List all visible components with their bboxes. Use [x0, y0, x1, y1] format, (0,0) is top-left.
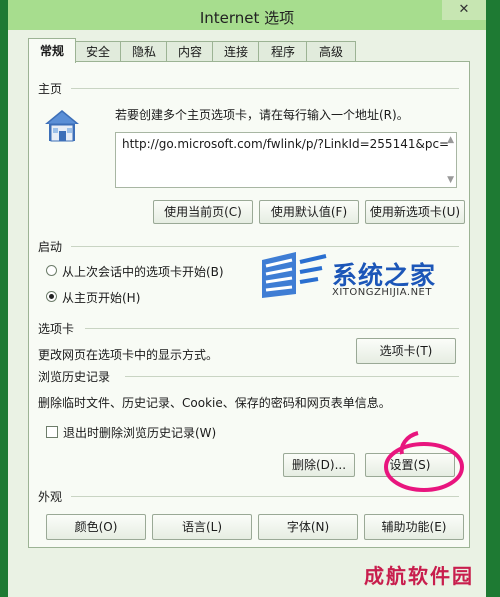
startup-divider [71, 246, 459, 247]
title-bar[interactable]: Internet 选项 ✕ [8, 0, 486, 30]
tab-general[interactable]: 常规 [28, 38, 76, 63]
delete-on-exit-label: 退出时删除浏览历史记录(W) [63, 426, 217, 440]
radio-start-last-session-label: 从上次会话中的选项卡开始(B) [62, 265, 224, 279]
use-new-tab-button[interactable]: 使用新选项卡(U) [365, 200, 465, 224]
house-icon [43, 108, 81, 147]
homepage-instruction: 若要创建多个主页选项卡，请在每行输入一个地址(R)。 [115, 108, 409, 122]
history-divider [125, 376, 459, 377]
tab-connections[interactable]: 连接 [212, 41, 260, 62]
homepage-url-textarea[interactable]: http://go.microsoft.com/fwlink/p/?LinkId… [115, 132, 457, 188]
scroll-down-icon[interactable]: ▼ [447, 175, 454, 185]
use-default-button[interactable]: 使用默认值(F) [259, 200, 359, 224]
homepage-url-value: http://go.microsoft.com/fwlink/p/?LinkId… [122, 137, 450, 151]
tab-advanced[interactable]: 高级 [306, 41, 356, 62]
tab-content[interactable]: 内容 [166, 41, 214, 62]
appearance-section-title: 外观 [38, 490, 63, 504]
logo-icon [256, 250, 328, 303]
radio-start-last-session[interactable] [46, 265, 57, 276]
tabs-settings-button[interactable]: 选项卡(T) [356, 338, 456, 364]
languages-button[interactable]: 语言(L) [152, 514, 252, 540]
tab-security[interactable]: 安全 [74, 41, 122, 62]
close-button[interactable]: ✕ [442, 0, 486, 20]
accessibility-button[interactable]: 辅助功能(E) [364, 514, 464, 540]
tab-privacy[interactable]: 隐私 [120, 41, 168, 62]
window-title: Internet 选项 [199, 9, 295, 27]
use-current-button[interactable]: 使用当前页(C) [153, 200, 253, 224]
startup-section-title: 启动 [38, 240, 63, 254]
tabs-description: 更改网页在选项卡中的显示方式。 [38, 348, 219, 362]
homepage-section-title: 主页 [38, 82, 63, 96]
delete-history-button[interactable]: 删除(D)... [283, 453, 355, 477]
radio-start-homepage[interactable] [46, 291, 57, 302]
colors-button[interactable]: 颜色(O) [46, 514, 146, 540]
fonts-button[interactable]: 字体(N) [258, 514, 358, 540]
history-section-title: 浏览历史记录 [38, 370, 111, 384]
history-description: 删除临时文件、历史记录、Cookie、保存的密码和网页表单信息。 [38, 396, 391, 410]
radio-start-homepage-label: 从主页开始(H) [62, 291, 141, 305]
appearance-divider [71, 496, 459, 497]
internet-options-dialog: Internet 选项 ✕ 常规 安全 隐私 内容 连接 程序 高级 主页 若要… [8, 0, 486, 597]
delete-on-exit-checkbox[interactable] [46, 426, 58, 438]
homepage-divider [71, 88, 459, 89]
tabs-section-title: 选项卡 [38, 322, 75, 336]
close-icon: ✕ [458, 2, 470, 17]
scroll-up-icon[interactable]: ▲ [447, 135, 454, 145]
watermark-en: XITONGZHIJIA.NET [332, 287, 432, 298]
tabs-divider [85, 328, 459, 329]
annotation-circle-icon [384, 431, 464, 492]
tab-programs[interactable]: 程序 [258, 41, 308, 62]
bottom-watermark: 成航软件园 [364, 564, 474, 588]
